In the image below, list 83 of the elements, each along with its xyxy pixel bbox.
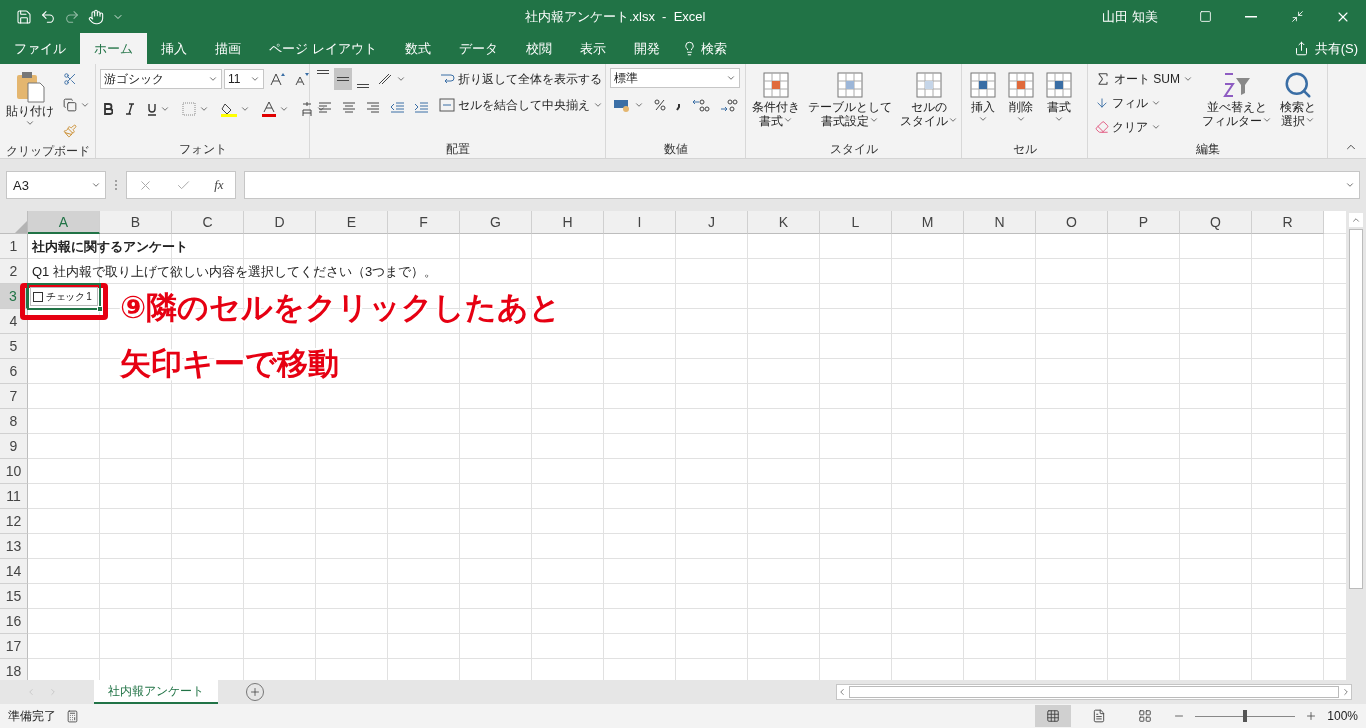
column-header[interactable]: M: [892, 211, 964, 234]
window-title: 社内報アンケート.xlsx - Excel: [523, 7, 707, 26]
style-button[interactable]: 条件付き 書式: [750, 68, 802, 140]
name-box[interactable]: A3: [6, 171, 106, 199]
wrap-text-button[interactable]: 折り返して全体を表示する: [436, 68, 606, 90]
column-header[interactable]: I: [604, 211, 676, 234]
row-header[interactable]: 14: [0, 559, 28, 584]
ribbon-tab[interactable]: 数式: [390, 33, 445, 64]
fill-button[interactable]: フィル: [1092, 92, 1196, 114]
ribbon-tab[interactable]: ホーム: [80, 33, 147, 64]
column-header[interactable]: F: [388, 211, 460, 234]
row-header[interactable]: 15: [0, 584, 28, 609]
column-header[interactable]: B: [100, 211, 172, 234]
group-label: スタイル: [828, 141, 879, 158]
row-header[interactable]: 4: [0, 309, 28, 334]
column-header[interactable]: O: [1036, 211, 1108, 234]
group-label: クリップボード: [4, 143, 91, 160]
row-header[interactable]: 16: [0, 609, 28, 634]
cells-button[interactable]: 削除: [1004, 68, 1038, 140]
column-header[interactable]: N: [964, 211, 1036, 234]
column-header[interactable]: K: [748, 211, 820, 234]
find-select-button[interactable]: 検索と 選択: [1278, 68, 1318, 140]
tell-me-search[interactable]: 検索: [673, 33, 735, 64]
row-header[interactable]: 1: [0, 234, 28, 259]
ribbon-tab[interactable]: 校閲: [511, 33, 566, 64]
cell-text: Q1 社内報で取り上げて欲しい内容を選択してください（3つまで）。: [32, 263, 438, 281]
sort-filter-button[interactable]: 並べ替えと フィルター: [1200, 68, 1274, 140]
checkbox-label: チェック 1: [46, 289, 92, 304]
row-header[interactable]: 18: [0, 659, 28, 680]
autosum-button[interactable]: オート SUM: [1092, 68, 1196, 90]
group-label: 編集: [1194, 141, 1221, 158]
annotation-text: 矢印キーで移動: [120, 345, 340, 383]
ribbon-tab[interactable]: 挿入: [147, 33, 201, 64]
ribbon-tab[interactable]: 描画: [201, 33, 255, 64]
group-label: 数値: [662, 141, 689, 158]
column-header[interactable]: C: [172, 211, 244, 234]
group-label: フォント: [177, 141, 228, 158]
status-text: 準備完了: [8, 707, 56, 725]
column-header[interactable]: P: [1108, 211, 1180, 234]
row-header[interactable]: 17: [0, 634, 28, 659]
row-header[interactable]: 6: [0, 359, 28, 384]
group-label: セル: [1011, 141, 1038, 158]
paste-button[interactable]: 貼り付け: [4, 68, 56, 142]
ribbon-tab[interactable]: ページ レイアウト: [255, 33, 391, 64]
number-format-field[interactable]: 標準: [610, 68, 740, 88]
column-header[interactable]: L: [820, 211, 892, 234]
row-header[interactable]: 11: [0, 484, 28, 509]
row-header[interactable]: 12: [0, 509, 28, 534]
row-header[interactable]: 9: [0, 434, 28, 459]
merge-center-button[interactable]: セルを結合して中央揃え: [436, 94, 606, 116]
font-name-field[interactable]: 游ゴシック: [100, 69, 222, 89]
clear-button[interactable]: クリア: [1092, 116, 1196, 138]
cells-button[interactable]: 挿入: [966, 68, 1000, 140]
column-header[interactable]: Q: [1180, 211, 1252, 234]
column-header[interactable]: R: [1252, 211, 1324, 234]
cells-button[interactable]: 書式: [1042, 68, 1076, 140]
row-header[interactable]: 7: [0, 384, 28, 409]
row-header[interactable]: 5: [0, 334, 28, 359]
row-header[interactable]: 2: [0, 259, 28, 284]
ribbon-tab[interactable]: 開発: [619, 33, 674, 64]
style-button[interactable]: テーブルとして 書式設定: [806, 68, 894, 140]
row-header[interactable]: 10: [0, 459, 28, 484]
group-label: 配置: [444, 141, 471, 158]
column-header[interactable]: J: [676, 211, 748, 234]
column-header[interactable]: E: [316, 211, 388, 234]
column-header[interactable]: G: [460, 211, 532, 234]
font-size-field[interactable]: 11: [224, 69, 264, 89]
row-header[interactable]: 13: [0, 534, 28, 559]
ribbon-tab[interactable]: データ: [444, 33, 512, 64]
column-header[interactable]: D: [244, 211, 316, 234]
annotation-text: ⑨隣のセルをクリックしたあと: [120, 289, 562, 327]
user-name: 山田 知美: [1102, 7, 1158, 26]
zoom-level: 100%: [1327, 709, 1358, 723]
sheet-tab[interactable]: 社内報アンケート: [94, 680, 218, 704]
ribbon-tab[interactable]: 表示: [565, 33, 620, 64]
ribbon-tab[interactable]: ファイル: [0, 33, 80, 64]
column-header[interactable]: H: [532, 211, 604, 234]
style-button[interactable]: セルの スタイル: [898, 68, 960, 140]
column-header[interactable]: A: [28, 211, 100, 234]
insert-function-button[interactable]: fx: [214, 177, 224, 193]
row-header[interactable]: 8: [0, 409, 28, 434]
share-button[interactable]: 共有(S): [1285, 33, 1366, 64]
cell-text: 社内報に関するアンケート: [32, 238, 188, 256]
